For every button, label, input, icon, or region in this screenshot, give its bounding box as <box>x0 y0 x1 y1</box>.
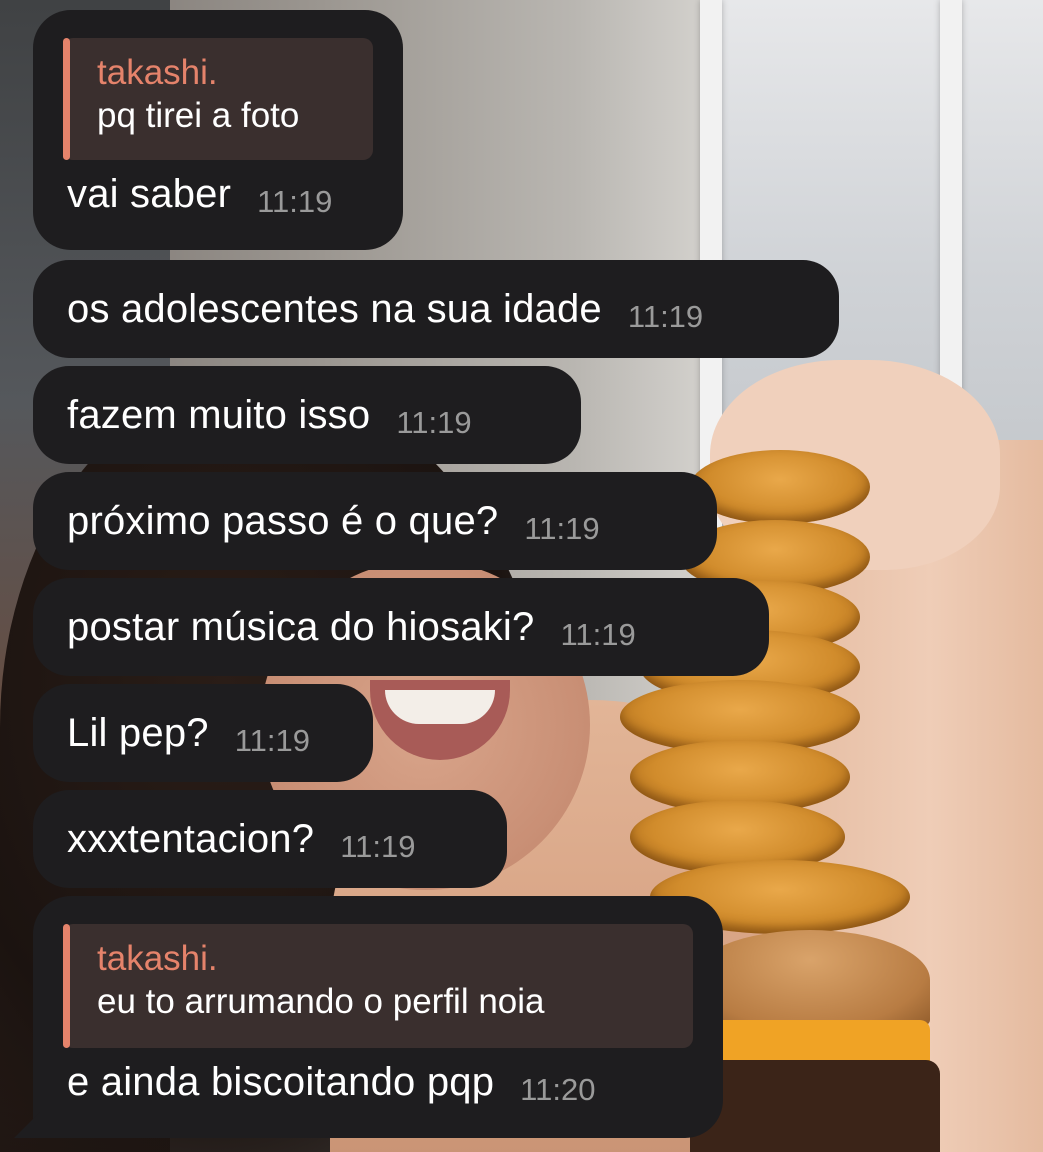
chat-message-list: takashi. pq tirei a foto vai saber 11:19… <box>0 0 1043 1152</box>
message-time: 11:19 <box>340 829 416 864</box>
message-bubble[interactable]: próximo passo é o que? 11:19 <box>33 472 717 570</box>
reply-quote[interactable]: takashi. eu to arrumando o perfil noia <box>63 924 693 1048</box>
message-bubble[interactable]: os adolescentes na sua idade 11:19 <box>33 260 839 358</box>
message-bubble[interactable]: fazem muito isso 11:19 <box>33 366 581 464</box>
message-bubble[interactable]: postar música do hiosaki? 11:19 <box>33 578 769 676</box>
message-text: Lil pep? <box>67 711 209 755</box>
message-time: 11:19 <box>560 617 636 652</box>
message-time: 11:19 <box>524 511 600 546</box>
message-time: 11:20 <box>520 1072 596 1107</box>
message-text: os adolescentes na sua idade <box>67 287 602 331</box>
message-text: próximo passo é o que? <box>67 499 499 543</box>
reply-text: pq tirei a foto <box>97 96 300 135</box>
reply-quote[interactable]: takashi. pq tirei a foto <box>63 38 373 160</box>
message-text: postar música do hiosaki? <box>67 605 535 649</box>
reply-author: takashi. <box>97 939 218 978</box>
message-bubble[interactable]: takashi. eu to arrumando o perfil noia e… <box>33 896 723 1138</box>
message-time: 11:19 <box>257 184 333 219</box>
message-bubble[interactable]: Lil pep? 11:19 <box>33 684 373 782</box>
message-row: vai saber 11:19 <box>67 170 333 219</box>
message-row: e ainda biscoitando pqp 11:20 <box>67 1058 596 1107</box>
message-bubble[interactable]: takashi. pq tirei a foto vai saber 11:19 <box>33 10 403 250</box>
message-text: vai saber <box>67 172 232 216</box>
reply-text: eu to arrumando o perfil noia <box>97 982 545 1021</box>
message-text: xxxtentacion? <box>67 817 315 861</box>
message-text: fazem muito isso <box>67 393 371 437</box>
message-time: 11:19 <box>627 299 704 334</box>
reply-author: takashi. <box>97 53 218 92</box>
message-bubble[interactable]: xxxtentacion? 11:19 <box>33 790 507 888</box>
message-text: e ainda biscoitando pqp <box>67 1060 495 1104</box>
message-time: 11:19 <box>234 723 310 758</box>
message-time: 11:19 <box>396 405 472 440</box>
bubble-tail <box>14 1112 40 1138</box>
